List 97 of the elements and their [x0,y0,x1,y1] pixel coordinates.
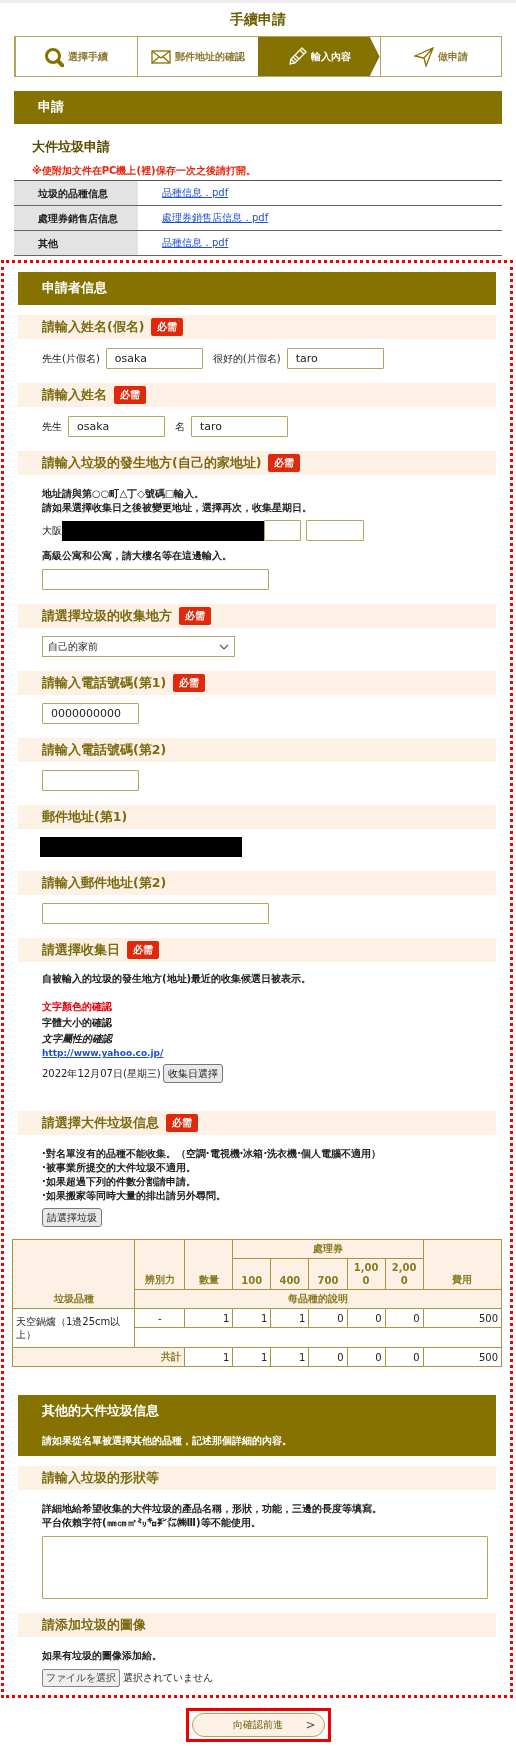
instruction-text: 地址請與第○○町△丁◇號碼□輸入。 [42,487,205,501]
field-label: 先生(片假名) [42,351,100,366]
required-badge: 必需 [151,318,184,336]
section-title: 申請 [38,98,64,116]
pencil-icon [286,47,307,66]
instruction-text: 請如果選擇收集日之後被變更地址，選擇再次，收集星期日。 [42,501,312,515]
required-badge: 必需 [173,674,206,692]
envelope-icon [150,48,171,65]
instruction-text: 如果有垃圾的圖像添加給。 [42,1649,162,1663]
field-heading: 請輸入電話號碼(第1) [42,674,167,692]
file-select-button[interactable]: ファイルを選択 [42,1669,120,1687]
table-cell: 0 [308,1308,347,1328]
field-heading: 郵件地址(第1) [42,808,128,826]
table-cell: 0 [347,1308,386,1328]
sample-link[interactable]: http://www.yahoo.co.jp/ [42,1048,164,1058]
field-heading: 請輸入姓名 [42,386,107,404]
field-heading: 請輸入電話號碼(第2) [42,741,167,759]
date-select-button[interactable]: 收集日選擇 [162,1064,223,1083]
table-cell: 500 [423,1308,502,1328]
table-cell: 0 [347,1347,386,1367]
pdf-link[interactable]: 品種信息．pdf [162,237,229,248]
text-field[interactable] [42,770,139,791]
table-cell: 0 [385,1308,424,1328]
next-button[interactable]: 向確認前進 > [191,1713,325,1737]
table-cell: 垃圾的品種信息 [14,180,138,206]
text-field[interactable] [264,520,301,541]
select-items-button[interactable]: 請選擇垃圾 [42,1208,102,1227]
required-badge: 必需 [166,1114,198,1132]
chevron-down-icon [219,643,229,650]
paper-plane-icon [413,46,434,67]
form-title: 大件垃圾申請 [32,138,110,156]
table-cell: 天空鍋爐（1邊25cm以上） [12,1308,135,1348]
instruction-text: ·如果搬家等同時大量的排出請另外尋問。 [42,1189,226,1203]
required-badge: 必需 [127,941,159,959]
table-header: 辨別力 [135,1239,185,1290]
field-label: 很好的(片假名) [212,351,281,366]
sample-text: 文字顏色的確認 [42,1000,112,1014]
sample-text: 字體大小的確認 [42,1016,112,1030]
field-heading: 請輸入垃圾的發生地方(自己的家地址) [42,454,262,472]
text-field[interactable] [306,520,364,541]
table-cell: 0 [308,1347,347,1367]
text-field[interactable]: taro [286,348,384,369]
field-label: 名 [175,419,185,434]
table-cell: 1 [184,1347,233,1367]
field-heading: 請輸入姓名(假名) [42,318,145,336]
instruction-text: ·對名單沒有的品種不能收集。（空調·電視機·冰箱·洗衣機·個人電腦不適用） [42,1147,381,1161]
page-title: 手續申請 [230,11,286,29]
field-heading: 請輸入垃圾的形狀等 [42,1469,159,1487]
instruction-text: ·被事業所提交的大件垃圾不適用。 [42,1161,196,1175]
step-tab[interactable]: 輸入內容 [258,37,380,76]
sample-text: 文字屬性的確認 [42,1032,112,1046]
table-cell: 處理券銷售店信息 [14,205,138,231]
field-heading: 請選擇垃圾的收集地方 [42,607,172,625]
instruction-text: 平台依賴字符(㎜㎝㎡㍉㌔㌢㍍㈱Ⅲ)等不能使用。 [42,1516,261,1530]
text-field[interactable]: 0000000000 [42,703,139,724]
section-title: 其他的大件垃圾信息 [42,1402,159,1420]
field-label: 先生 [42,419,62,434]
text-area[interactable] [42,1536,488,1599]
field-heading: 請輸入郵件地址(第2) [42,874,167,892]
table-cell: 1 [232,1347,271,1367]
instruction-text: 自被輸入的垃圾的發生地方(地址)最近的收集候選日被表示。 [42,972,312,986]
field-heading: 請選擇收集日 [42,941,120,959]
file-status: 選択されていません [123,1671,213,1685]
field-label: 大阪 [42,523,62,538]
required-badge: 必需 [114,386,146,404]
table-header: 費用 [423,1239,502,1290]
field-heading: 請添加垃圾的圖像 [42,1616,146,1634]
pdf-link[interactable]: 品種信息．pdf [162,187,229,198]
table-cell: - [135,1308,185,1328]
text-field[interactable] [42,903,269,924]
text-field[interactable]: osaka [105,348,203,369]
section-title: 申請者信息 [42,279,107,297]
table-header: 處理券 [232,1239,424,1259]
instruction-text: 高級公寓和公寓，請大樓名等在這邊輸入。 [42,549,232,563]
warning-note: ※使附加文件在PC機上(裡)保存一次之後請打開。 [32,164,256,178]
date-text: 2022年12月07日(星期三) [42,1066,161,1081]
required-badge: 必需 [179,607,211,625]
table-cell: 1 [232,1308,271,1328]
section-description: 請如果從名單被選擇其他的品種，記述那個詳細的內容。 [42,1434,292,1448]
pdf-link[interactable]: 處理券銷售店信息．pdf [162,212,269,223]
text-field[interactable]: taro [191,416,288,437]
instruction-text: 詳細地給希望收集的大件垃圾的產品名稱，形狀，功能，三邊的長度等填寫。 [42,1502,382,1516]
table-cell: 500 [423,1347,502,1367]
table-header: 垃圾品種 [12,1239,135,1309]
required-badge: 必需 [268,454,301,472]
text-field[interactable] [42,569,269,590]
table-cell: 1 [270,1308,309,1328]
table-cell: 0 [385,1347,424,1367]
search-icon [44,46,65,67]
text-field[interactable]: osaka [68,416,165,437]
field-heading: 請選擇大件垃圾信息 [42,1114,159,1132]
table-cell: 其他 [14,230,138,256]
table-header: 數量 [184,1239,233,1290]
instruction-text: ·如果超過下列的件數分割請申請。 [42,1175,196,1189]
dropdown[interactable]: 自己的家前 [42,636,235,657]
table-cell: 1 [184,1308,233,1328]
table-cell: 1 [270,1347,309,1367]
